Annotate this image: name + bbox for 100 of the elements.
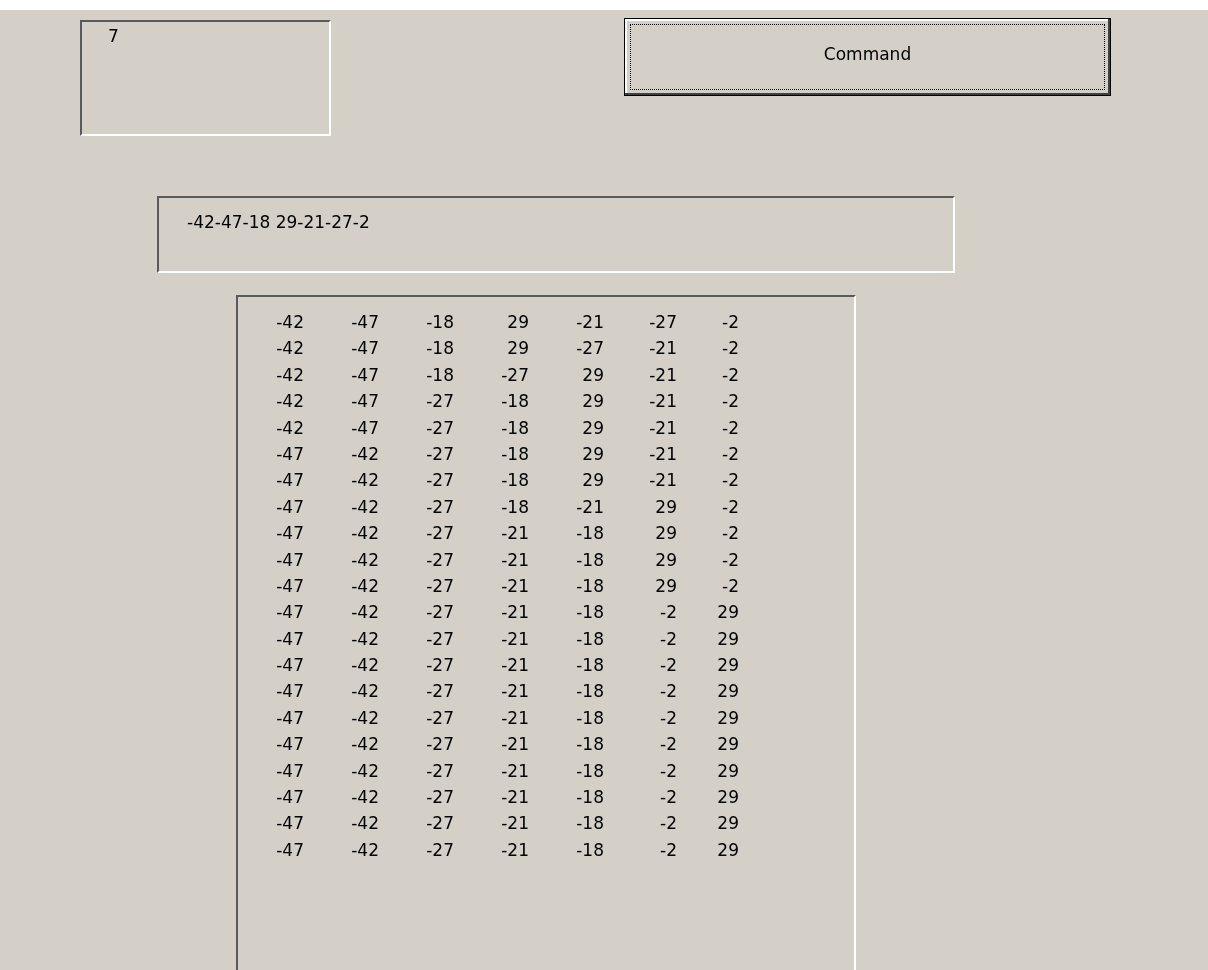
list-value: -27 [426,574,454,598]
list-value: -21 [501,680,529,704]
list-value: -42 [351,574,379,598]
list-value: -21 [576,495,604,519]
list-value: -18 [501,390,529,414]
list-box[interactable] [236,295,856,970]
list-value: -2 [660,680,677,704]
list-value: -47 [276,442,304,466]
list-value: -42 [351,469,379,493]
list-value: -42 [351,759,379,783]
list-value: -42 [276,337,304,361]
list-value: -18 [576,522,604,546]
list-value: -27 [426,548,454,572]
list-value: -42 [351,706,379,730]
list-value: 29 [655,495,677,519]
list-value: -47 [351,311,379,334]
list-value: -27 [426,416,454,440]
list-value: -47 [276,706,304,730]
list-value: -2 [722,311,739,334]
list-value: -2 [722,363,739,387]
list-value: -2 [660,759,677,783]
list-value: -47 [276,786,304,810]
list-value: -2 [722,574,739,598]
list-value: -21 [576,311,604,334]
list-value: 29 [655,548,677,572]
list-value: 29 [717,680,739,704]
list-value: -47 [276,759,304,783]
list-value: -27 [426,442,454,466]
list-value: -42 [351,522,379,546]
list-value: 29 [582,390,604,414]
list-value: -27 [426,680,454,704]
list-value: -21 [501,706,529,730]
list-value: -2 [722,548,739,572]
list-value: -47 [276,733,304,757]
list-value: -18 [576,680,604,704]
list-value: 29 [717,812,739,836]
list-value: -18 [576,601,604,625]
list-value: -42 [351,442,379,466]
list-value: -18 [576,654,604,678]
list-value: -21 [649,363,677,387]
list-value: -18 [576,838,604,862]
list-value: -27 [426,838,454,862]
list-value: 29 [582,363,604,387]
sequence-field[interactable]: -42-47-18 29-21-27-2 [157,196,955,273]
list-value: -18 [576,786,604,810]
list-value: -42 [351,812,379,836]
list-value: -27 [576,337,604,361]
list-value: -27 [649,311,677,334]
list-value: -21 [501,759,529,783]
command-button[interactable]: Command [624,18,1111,96]
list-value: -47 [351,390,379,414]
list-value: -18 [576,759,604,783]
list-value: -27 [426,812,454,836]
list-value: -2 [660,733,677,757]
list-value: -42 [276,363,304,387]
list-value: -18 [576,627,604,651]
list-value: -21 [649,442,677,466]
list-value: -27 [426,627,454,651]
list-value: -2 [660,838,677,862]
list-value: -47 [276,495,304,519]
list-value: -42 [351,627,379,651]
list-value: -27 [426,706,454,730]
list-value: -2 [660,786,677,810]
list-value: -47 [276,574,304,598]
list-value: 29 [717,706,739,730]
list-value: -2 [722,495,739,519]
list-value: 29 [655,574,677,598]
list-value: -18 [576,706,604,730]
list-value: -18 [501,469,529,493]
list-value: -27 [426,601,454,625]
list-value: -42 [276,390,304,414]
list-value: 29 [582,442,604,466]
list-value: -42 [276,311,304,334]
list-value: -47 [276,601,304,625]
list-value: -18 [576,548,604,572]
list-value: -47 [276,548,304,572]
list-value: -2 [722,337,739,361]
list-value: 29 [717,654,739,678]
list-value: -21 [501,627,529,651]
list-value: -18 [501,442,529,466]
list-value: -27 [501,363,529,387]
list-value: -47 [276,522,304,546]
list-value: -2 [660,601,677,625]
list-value: 29 [582,416,604,440]
list-value: -18 [501,495,529,519]
list-value: -18 [426,363,454,387]
list-value: -27 [426,495,454,519]
list-value: 29 [717,733,739,757]
list-value: -2 [722,442,739,466]
list-value: -18 [576,733,604,757]
list-value: -2 [660,627,677,651]
list-value: -42 [351,495,379,519]
list-value: -21 [649,416,677,440]
list-value: -47 [276,680,304,704]
count-field[interactable]: 7 [80,20,331,136]
list-value: 29 [717,759,739,783]
list-value: -21 [501,574,529,598]
list-value: -42 [351,601,379,625]
list-value: -42 [351,680,379,704]
list-value: -21 [501,786,529,810]
